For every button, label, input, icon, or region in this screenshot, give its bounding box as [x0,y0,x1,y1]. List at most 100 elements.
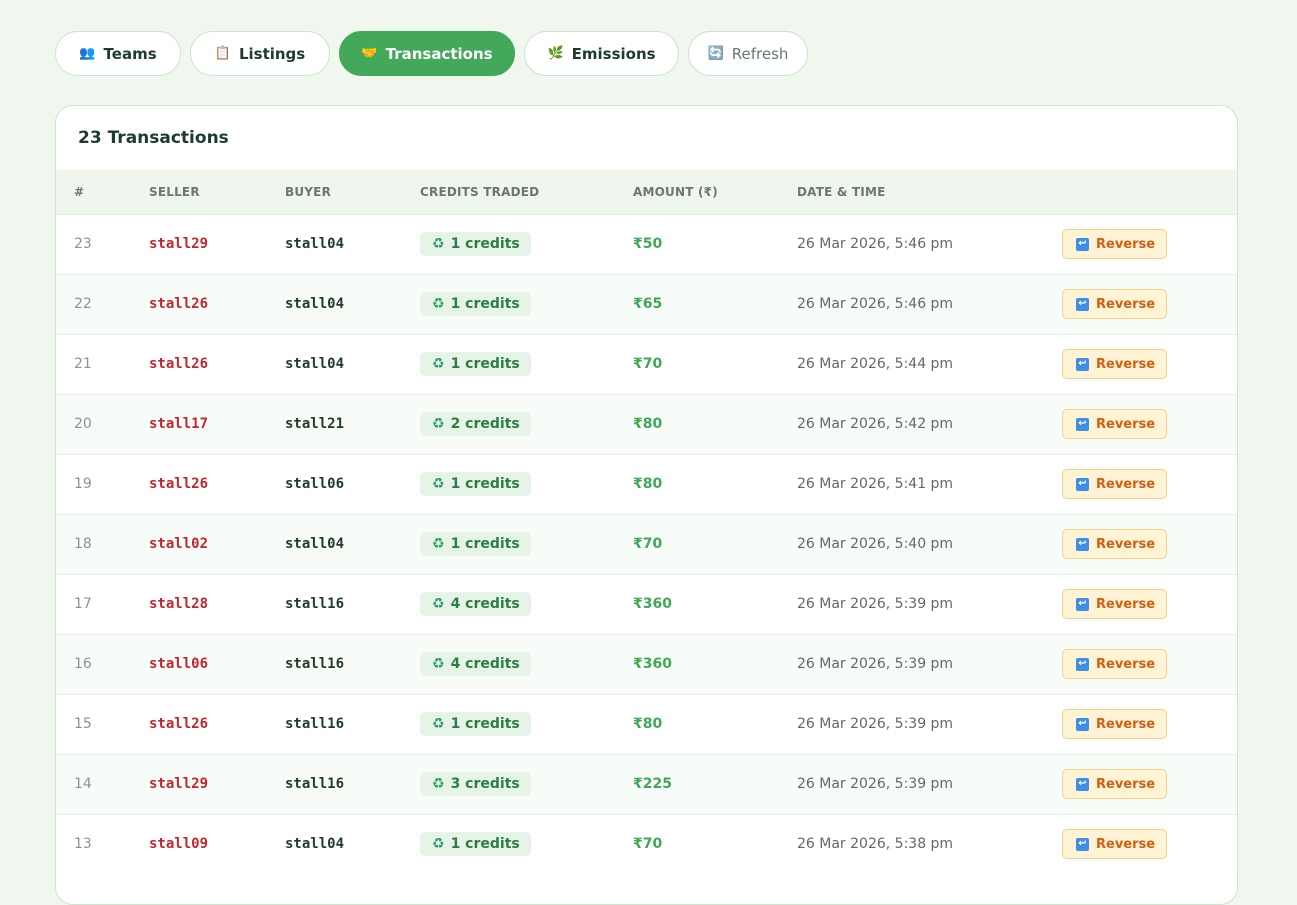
reverse-label: Reverse [1096,836,1156,852]
date-time: 26 Mar 2026, 5:39 pm [797,716,954,732]
row-number: 20 [74,416,92,432]
reverse-button[interactable]: ↩ Reverse [1062,769,1168,799]
buyer-id: stall04 [285,236,345,252]
recycle-icon: ♻ [432,596,445,612]
buyer-id: stall16 [285,716,345,732]
credits-value: 1 credits [450,236,520,252]
date-time: 26 Mar 2026, 5:46 pm [797,296,954,312]
credits-value: 1 credits [450,836,520,853]
undo-icon: ↩ [1076,297,1089,311]
reverse-button[interactable]: ↩ Reverse [1062,589,1168,619]
credits-badge: ♻ 1 credits [420,352,531,376]
reverse-button[interactable]: ↩ Reverse [1062,349,1168,379]
amount-value: ₹70 [633,836,663,853]
recycle-icon: ♻ [432,836,445,853]
credits-value: 1 credits [450,476,520,492]
date-time: 26 Mar 2026, 5:40 pm [797,536,954,552]
tab-label: Listings [238,44,306,63]
seller-id: stall28 [149,596,209,612]
tab-listings[interactable]: 📋 Listings [190,31,330,76]
seller-id: stall17 [149,416,209,432]
date-time: 26 Mar 2026, 5:42 pm [797,416,954,432]
transactions-table: # SELLER BUYER CREDITS TRADED AMOUNT (₹)… [56,170,1237,874]
amount-value: ₹360 [633,596,672,612]
credits-badge: ♻ 1 credits [420,472,531,496]
tab-label: Transactions [385,44,493,63]
credits-badge: ♻ 1 credits [420,292,531,316]
amount-value: ₹80 [633,476,663,492]
refresh-button[interactable]: 🔄 Refresh [688,31,808,76]
credits-badge: ♻ 3 credits [420,772,531,796]
recycle-icon: ♻ [432,236,445,252]
seller-id: stall26 [149,476,209,492]
reverse-button[interactable]: ↩ Reverse [1062,289,1168,319]
reverse-button[interactable]: ↩ Reverse [1062,829,1168,860]
date-time: 26 Mar 2026, 5:44 pm [797,356,954,372]
reverse-button[interactable]: ↩ Reverse [1062,529,1168,559]
credits-value: 4 credits [450,656,520,672]
table-row: 17 stall28 stall16 ♻ 4 credits ₹360 26 Mar 202… [56,574,1237,634]
reverse-label: Reverse [1096,236,1156,252]
reverse-button[interactable]: ↩ Reverse [1062,469,1168,499]
col-header-credits: CREDITS TRADED [420,184,540,199]
recycle-icon: ♻ [432,296,445,312]
col-header-buyer: BUYER [285,184,332,199]
amount-value: ₹225 [633,776,672,792]
reverse-label: Reverse [1096,536,1156,552]
tab-bar: 👥 Teams 📋 Listings 🤝 Transactions 🌿 Emis… [55,31,808,76]
reverse-button[interactable]: ↩ Reverse [1062,409,1168,439]
tab-transactions[interactable]: 🤝 Transactions [339,31,515,76]
reverse-label: Reverse [1096,656,1156,672]
buyer-id: stall04 [285,356,345,372]
buyer-id: stall16 [285,596,345,612]
credits-value: 1 credits [450,356,520,372]
date-time: 26 Mar 2026, 5:39 pm [797,596,954,612]
row-number: 23 [74,236,92,252]
table-row: 15 stall26 stall16 ♻ 1 credits ₹80 26 Mar 2026… [56,694,1237,754]
date-time: 26 Mar 2026, 5:38 pm [797,836,954,853]
amount-value: ₹80 [633,416,663,432]
credits-value: 4 credits [450,596,520,612]
reverse-button[interactable]: ↩ Reverse [1062,649,1168,679]
amount-value: ₹65 [633,296,663,312]
seller-id: stall06 [149,656,209,672]
amount-value: ₹70 [633,356,663,372]
tab-teams[interactable]: 👥 Teams [55,31,181,76]
buyer-id: stall06 [285,476,345,492]
amount-value: ₹360 [633,656,672,672]
row-number: 21 [74,356,92,372]
recycle-icon: ♻ [432,416,445,432]
table-row: 18 stall02 stall04 ♻ 1 credits ₹70 26 Mar 2026… [56,514,1237,574]
credits-badge: ♻ 1 credits [420,532,531,556]
table-row: 22 stall26 stall04 ♻ 1 credits ₹65 26 Mar 2026… [56,274,1237,334]
row-number: 17 [74,596,92,612]
buyer-id: stall16 [285,656,345,672]
row-number: 13 [74,836,92,853]
credits-value: 2 credits [450,416,520,432]
credits-badge: ♻ 4 credits [420,652,531,676]
col-header-amount: AMOUNT (₹) [633,184,718,199]
reverse-label: Reverse [1096,476,1156,492]
handshake-icon: 🤝 [361,46,378,61]
buyer-id: stall16 [285,776,345,792]
amount-value: ₹80 [633,716,663,732]
reverse-button[interactable]: ↩ Reverse [1062,229,1168,259]
amount-value: ₹50 [633,236,663,252]
recycle-icon: ♻ [432,356,445,372]
credits-badge: ♻ 4 credits [420,592,531,616]
tab-emissions[interactable]: 🌿 Emissions [524,31,679,76]
tab-label: Emissions [571,44,656,63]
row-number: 14 [74,776,92,792]
credits-badge: ♻ 1 credits [420,232,531,256]
table-body: 23 stall29 stall04 ♻ 1 credits ₹50 26 Mar 2026… [56,214,1237,874]
row-number: 18 [74,536,92,552]
reverse-label: Reverse [1096,416,1156,432]
col-header-date: DATE & TIME [797,184,886,199]
date-time: 26 Mar 2026, 5:39 pm [797,656,954,672]
undo-icon: ↩ [1076,537,1089,551]
buyer-id: stall04 [285,536,345,552]
reverse-button[interactable]: ↩ Reverse [1062,709,1168,739]
transactions-card: 23 Transactions # SELLER BUYER CREDITS T… [55,105,1238,905]
undo-icon: ↩ [1076,837,1089,851]
table-header: # SELLER BUYER CREDITS TRADED AMOUNT (₹)… [56,170,1237,214]
